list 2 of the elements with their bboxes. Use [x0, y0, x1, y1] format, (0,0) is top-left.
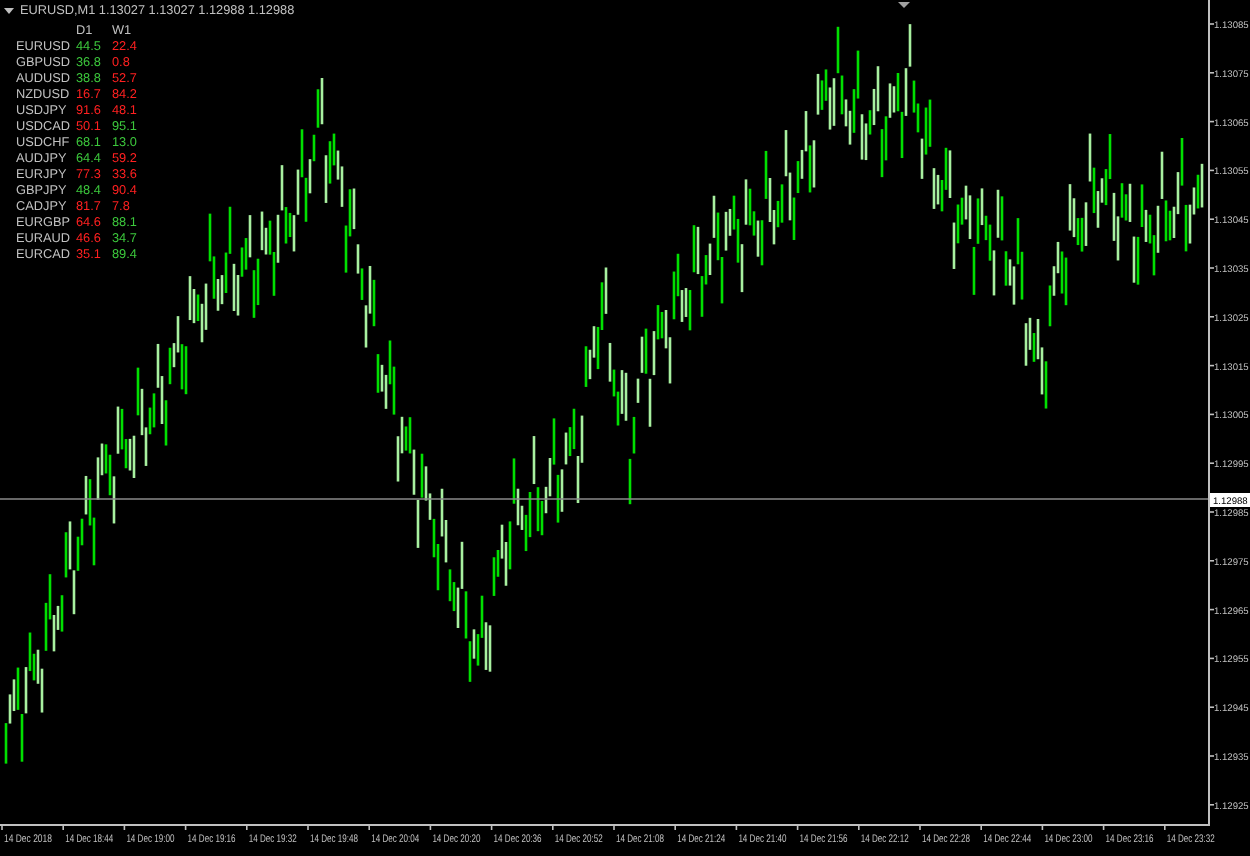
- shift-marker-icon[interactable]: [898, 2, 910, 8]
- dropdown-triangle-icon[interactable]: [4, 5, 14, 15]
